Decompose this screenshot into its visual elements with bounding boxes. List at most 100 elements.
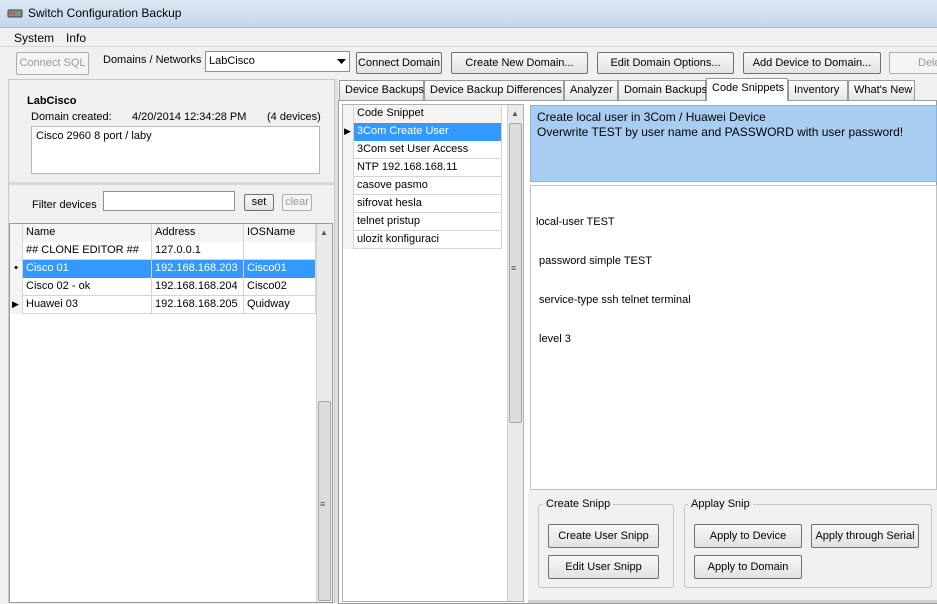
tab-inventory[interactable]: Inventory [788,80,848,100]
snippet-row[interactable]: telnet pristup [343,213,502,231]
row-marker [343,231,354,249]
tab-analyzer[interactable]: Analyzer [564,80,618,100]
row-header-corner [10,224,23,242]
snippet-row[interactable]: sifrovat hesla [343,195,502,213]
device-iosname[interactable] [244,242,316,260]
create-new-domain-button[interactable]: Create New Domain... [451,52,588,74]
row-marker [343,159,354,177]
device-count: (4 devices) [267,111,321,123]
splitter-grip-icon: ≡ [320,499,326,509]
domain-select-value: LabCisco [209,55,255,67]
snippet-item[interactable]: ulozit konfiguraci [354,231,502,249]
snippet-grid-scrollbar[interactable]: ▲ ≡ [507,105,523,601]
delete-button[interactable]: Dele [889,52,937,74]
window-title: Switch Configuration Backup [28,6,182,20]
snippet-row[interactable]: NTP 192.168.168.11 [343,159,502,177]
row-marker [343,195,354,213]
connect-sql-button[interactable]: Connect SQL [16,52,89,75]
device-address[interactable]: 192.168.168.203 [152,260,244,278]
device-iosname[interactable]: Cisco01 [244,260,316,278]
domain-select[interactable]: LabCisco [205,51,350,72]
snippet-item[interactable]: NTP 192.168.168.11 [354,159,502,177]
title-bar: Switch Configuration Backup [0,0,937,28]
scroll-up-icon[interactable]: ▲ [511,109,519,118]
device-iosname[interactable]: Quidway [244,296,316,314]
splitter-grip-icon: ≡ [511,263,517,273]
row-pointer-icon: ▶ [343,123,354,141]
snippet-grid-header: Code Snippet [343,105,502,123]
device-grid: Name Address IOSName ## CLONE EDITOR ## … [9,223,333,603]
row-marker [343,177,354,195]
domain-created-label: Domain created: [31,111,112,123]
tab-device-backups[interactable]: Device Backups [339,80,424,100]
row-marker [343,213,354,231]
snippet-row[interactable]: ▶ 3Com Create User [343,123,502,141]
domain-name: LabCisco [27,95,77,107]
snippet-description-line2: Overwrite TEST by user name and PASSWORD… [537,125,904,139]
device-name[interactable]: Cisco 01 [23,260,152,278]
menu-info[interactable]: Info [66,31,86,45]
column-header-iosname[interactable]: IOSName [244,224,316,242]
snippet-item[interactable]: telnet pristup [354,213,502,231]
scroll-up-icon[interactable]: ▲ [320,228,328,237]
snippet-item[interactable]: sifrovat hesla [354,195,502,213]
connect-domain-button[interactable]: Connect Domain [356,52,442,74]
snippet-description[interactable]: Create local user in 3Com / Huawei Devic… [530,105,937,182]
code-line: password simple TEST [536,255,652,267]
code-line: service-type ssh telnet terminal [536,294,691,306]
snippet-item[interactable]: 3Com set User Access [354,141,502,159]
domain-notes-text: Cisco 2960 8 port / laby [36,130,152,142]
domain-created-value: 4/20/2014 12:34:28 PM [132,111,247,123]
device-grid-scrollbar[interactable]: ▲ ≡ [316,224,332,602]
row-marker [343,141,354,159]
device-iosname[interactable]: Cisco02 [244,278,316,296]
device-name[interactable]: Cisco 02 - ok [23,278,152,296]
device-address[interactable]: 127.0.0.1 [152,242,244,260]
column-header-code-snippet[interactable]: Code Snippet [354,105,502,123]
tab-whats-new[interactable]: What's New [848,80,915,100]
table-row[interactable]: ▶ Huawei 03 192.168.168.205 Quidway [10,296,316,314]
column-header-address[interactable]: Address [152,224,244,242]
column-header-name[interactable]: Name [23,224,152,242]
snippet-row[interactable]: 3Com set User Access [343,141,502,159]
tab-domain-backups[interactable]: Domain Backups [618,80,707,100]
edit-domain-options-button[interactable]: Edit Domain Options... [597,52,734,74]
snippet-grid: Code Snippet ▶ 3Com Create User 3Com set… [342,104,524,602]
domain-notes[interactable]: Cisco 2960 8 port / laby [31,126,320,174]
domains-label: Domains / Networks [103,54,202,66]
tab-device-backup-differences[interactable]: Device Backup Differences [424,80,564,100]
edit-user-snipp-button[interactable]: Edit User Snipp [548,555,659,579]
row-marker [10,242,23,260]
table-row[interactable]: • Cisco 01 192.168.168.203 Cisco01 [10,260,316,278]
snippet-item[interactable]: casove pasmo [354,177,502,195]
device-address[interactable]: 192.168.168.205 [152,296,244,314]
panel-splitter[interactable] [9,182,334,185]
code-line: level 3 [536,333,571,345]
apply-to-domain-button[interactable]: Apply to Domain [694,555,802,579]
table-row[interactable]: Cisco 02 - ok 192.168.168.204 Cisco02 [10,278,316,296]
tab-code-snippets[interactable]: Code Snippets [706,78,788,101]
apply-to-device-button[interactable]: Apply to Device [694,524,802,548]
filter-label: Filter devices [32,199,97,211]
snippet-row[interactable]: casove pasmo [343,177,502,195]
row-header-corner [343,105,354,123]
scroll-thumb[interactable] [509,123,522,423]
snippet-code-editor[interactable]: local-user TEST password simple TEST ser… [530,185,937,490]
device-name[interactable]: ## CLONE EDITOR ## [23,242,152,260]
chevron-down-icon[interactable] [337,59,346,65]
add-device-button[interactable]: Add Device to Domain... [743,52,881,74]
row-marker: • [10,260,23,278]
table-row[interactable]: ## CLONE EDITOR ## 127.0.0.1 [10,242,316,260]
filter-input[interactable] [103,191,235,211]
filter-set-button[interactable]: set [244,194,274,211]
apply-through-serial-button[interactable]: Apply through Serial [811,524,919,548]
filter-clear-button[interactable]: clear [282,194,312,211]
menu-system[interactable]: System [14,31,54,45]
row-pointer-icon: ▶ [10,296,23,314]
snippet-item[interactable]: 3Com Create User [354,123,502,141]
snippet-row[interactable]: ulozit konfiguraci [343,231,502,249]
create-snipp-group-label: Create Snipp [543,498,614,510]
device-address[interactable]: 192.168.168.204 [152,278,244,296]
device-name[interactable]: Huawei 03 [23,296,152,314]
create-user-snipp-button[interactable]: Create User Snipp [548,524,659,548]
